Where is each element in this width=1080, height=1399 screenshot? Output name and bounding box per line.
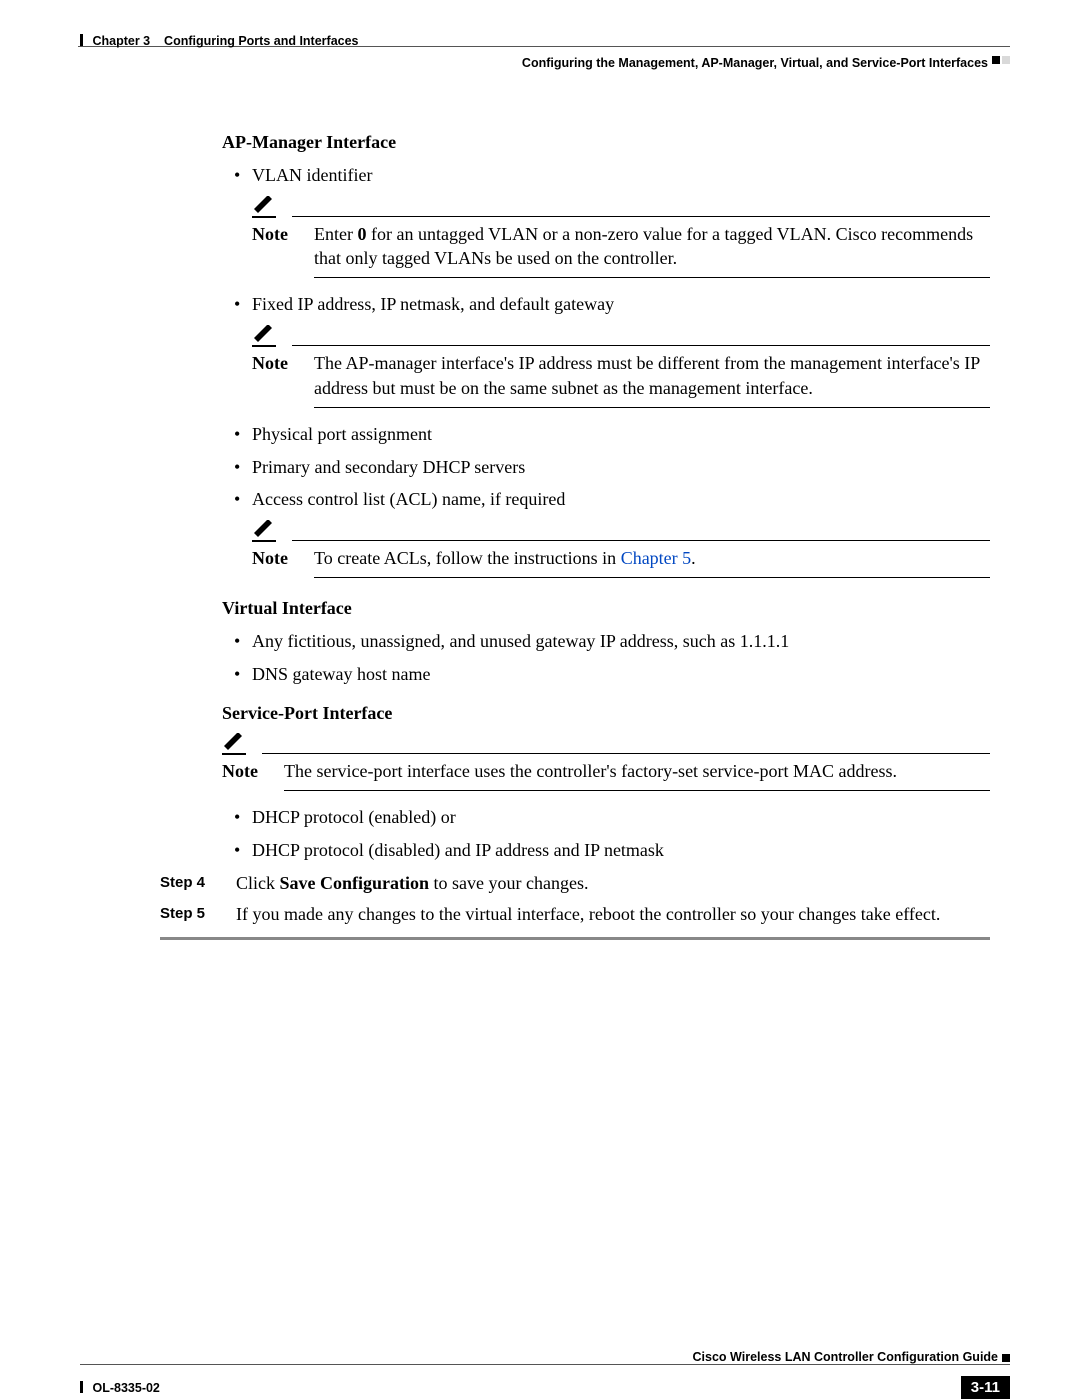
header-square-shadow-icon: [1002, 56, 1010, 64]
note-text: Enter 0 for an untagged VLAN or a non-ze…: [314, 222, 990, 272]
step-4-label: Step 4: [160, 871, 218, 896]
note-bottom-rule: [314, 577, 990, 578]
note-bottom-rule: [314, 407, 990, 408]
note-bottom-rule: [284, 790, 990, 791]
step-4-text: Click Save Configuration to save your ch…: [236, 871, 588, 896]
step-row: Step 4 Click Save Configuration to save …: [160, 871, 990, 896]
note-label: Note: [252, 546, 298, 571]
list-item: VLAN identifier: [222, 163, 990, 188]
footer-square-icon: [1002, 1354, 1010, 1362]
pencil-note-icon: [222, 733, 246, 755]
note-block: Note The AP-manager interface's IP addre…: [252, 325, 990, 408]
page-number: 3-11: [961, 1376, 1010, 1399]
step-5-text: If you made any changes to the virtual i…: [236, 902, 940, 927]
list-item: Access control list (ACL) name, if requi…: [222, 487, 990, 512]
note-label: Note: [252, 351, 298, 401]
note-label: Note: [252, 222, 298, 272]
page-body: AP-Manager Interface VLAN identifier Not…: [222, 122, 990, 940]
chapter-label: Chapter 3: [92, 34, 150, 48]
list-item: Any fictitious, unassigned, and unused g…: [222, 629, 990, 654]
step-5-label: Step 5: [160, 902, 218, 927]
footer-guide-title: Cisco Wireless LAN Controller Configurat…: [80, 1350, 998, 1364]
note-label: Note: [222, 759, 268, 784]
list-item: Fixed IP address, IP netmask, and defaul…: [222, 292, 990, 317]
footer-rule: [80, 1364, 1010, 1365]
note-top-rule: [262, 753, 990, 754]
list-item: DHCP protocol (disabled) and IP address …: [222, 838, 990, 863]
list-item: DNS gateway host name: [222, 662, 990, 687]
note-block: Note To create ACLs, follow the instruct…: [252, 520, 990, 578]
note-text: The service-port interface uses the cont…: [284, 759, 990, 784]
note-block: Note The service-port interface uses the…: [222, 733, 990, 791]
note-block: Note Enter 0 for an untagged VLAN or a n…: [252, 196, 990, 279]
note-top-rule: [292, 216, 990, 217]
vertical-bar-icon: [80, 1381, 83, 1393]
heading-ap-manager: AP-Manager Interface: [222, 130, 990, 155]
chapter-5-link[interactable]: Chapter 5: [621, 548, 691, 568]
note-text: To create ACLs, follow the instructions …: [314, 546, 990, 571]
note-bottom-rule: [314, 277, 990, 278]
header-square-icon: [992, 56, 1000, 64]
section-title: Configuring the Management, AP-Manager, …: [522, 56, 988, 70]
list-item: DHCP protocol (enabled) or: [222, 805, 990, 830]
heading-service-port: Service-Port Interface: [222, 701, 990, 726]
chapter-title: Configuring Ports and Interfaces: [164, 34, 358, 48]
procedure-end-rule: [160, 937, 990, 940]
pencil-note-icon: [252, 520, 276, 542]
list-item: Physical port assignment: [222, 422, 990, 447]
page-footer: Cisco Wireless LAN Controller Configurat…: [80, 1350, 1010, 1369]
note-top-rule: [292, 540, 990, 541]
vertical-bar-icon: [80, 34, 83, 46]
running-header-right: Configuring the Management, AP-Manager, …: [522, 56, 988, 70]
footer-doc-id: OL-8335-02: [80, 1381, 160, 1395]
step-row: Step 5 If you made any changes to the vi…: [160, 902, 990, 927]
list-item: Primary and secondary DHCP servers: [222, 455, 990, 480]
pencil-note-icon: [252, 196, 276, 218]
note-text: The AP-manager interface's IP address mu…: [314, 351, 990, 401]
heading-virtual: Virtual Interface: [222, 596, 990, 621]
pencil-note-icon: [252, 325, 276, 347]
running-header-left: Chapter 3 Configuring Ports and Interfac…: [80, 34, 359, 48]
note-top-rule: [292, 345, 990, 346]
